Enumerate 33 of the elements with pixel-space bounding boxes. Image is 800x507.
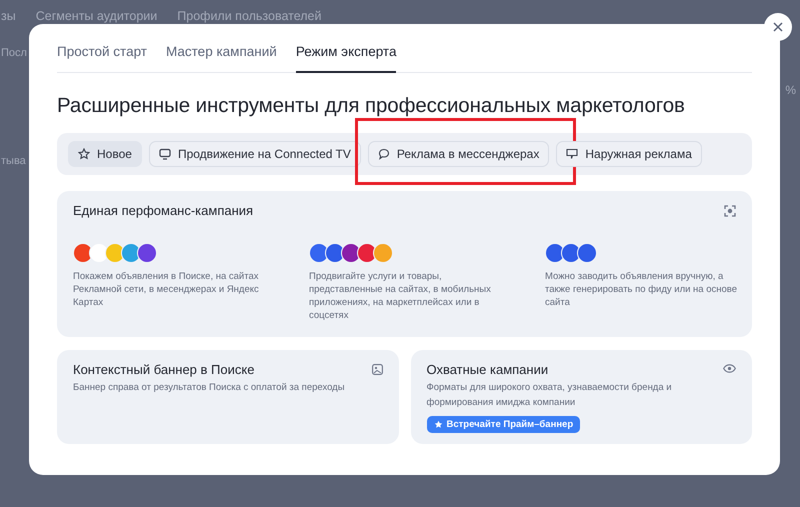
campaign-card[interactable]: Охватные кампании Форматы для широкого охвата, узнаваемости бренда и формирования имиджа компании Встречайте Прайм–баннер — [410, 350, 752, 444]
campaign-card[interactable] — [57, 191, 752, 337]
background-text: % — [785, 83, 796, 97]
background-text: Посл — [1, 47, 27, 59]
promo-button[interactable]: Встречайте Прайм–баннер — [426, 416, 580, 433]
card-title: Охватные кампании — [426, 362, 548, 377]
service-logos-drawing — [545, 243, 597, 263]
page-heading: Расширенные инструменты для профессиональных маркетологов — [57, 94, 686, 118]
campaign-card[interactable]: Контекстный баннер в Поиске Баннер справа от результатов Поиска с оплатой за переходы — [57, 350, 398, 444]
chat-bubble-icon — [378, 148, 390, 160]
card-title: Контекстный баннер в Поиске — [73, 362, 254, 377]
feature-text: Покажем объявления в Поиске, на сайтах Рекламной сети, в месенджерах и Яндекс Картах — [73, 270, 260, 309]
card-title: Единая перфоманс-кампания — [73, 203, 254, 218]
filter-chip[interactable]: Новое — [68, 141, 142, 167]
image-icon — [372, 364, 382, 375]
card-description: Баннер справа от результатов Поиска с оплатой за переходы — [73, 381, 346, 395]
star-icon — [78, 148, 90, 160]
feature-text: Продвигайте услуги и товары, представленные на сайтах, в мобильных приложениях, на маркетплейсах или в соцсетях — [309, 270, 492, 322]
card-description: Форматы для широкого охвата, узнаваемости бренда и формирования имиджа компании — [426, 381, 673, 410]
monitor-icon — [158, 148, 171, 160]
close-icon — [773, 22, 783, 32]
background-text: тыва — [1, 155, 26, 167]
feature-text: Можно заводить объявления вручную, а также генерировать по фиду или на основе сайта — [545, 270, 738, 309]
eye-icon — [723, 364, 736, 373]
filter-chip[interactable]: Реклама в мессенджерах — [368, 141, 550, 167]
tab[interactable]: Режим эксперта — [296, 24, 396, 73]
star-icon — [434, 420, 442, 429]
filter-chip[interactable]: Наружная реклама — [556, 141, 702, 167]
tab[interactable]: Мастер кампаний — [166, 24, 277, 73]
focus-icon — [724, 205, 736, 217]
filter-chip[interactable]: Продвижение на Connected TV — [148, 141, 361, 167]
tab[interactable]: Простой старт — [57, 24, 147, 73]
billboard-icon — [566, 148, 578, 160]
